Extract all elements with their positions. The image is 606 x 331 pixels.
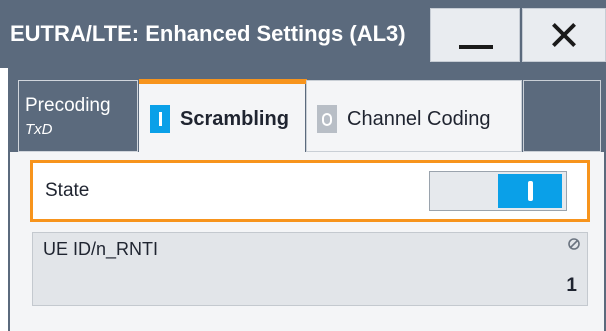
close-icon [552, 23, 576, 47]
readonly-icon [568, 238, 580, 250]
toggle-on-icon [498, 174, 562, 208]
state-label: State [45, 180, 90, 201]
tab-precoding[interactable]: Precoding TxD [18, 80, 138, 152]
title-bar: EUTRA/LTE: Enhanced Settings (AL3) [0, 0, 606, 68]
close-button[interactable] [522, 8, 606, 62]
state-row[interactable]: State [30, 160, 590, 222]
scrambling-panel: State UE ID/n_RNTI 1 [10, 152, 604, 331]
state-toggle[interactable] [429, 171, 567, 211]
state-off-icon [317, 105, 337, 133]
state-on-icon [150, 105, 170, 133]
minimize-button[interactable] [430, 8, 520, 62]
tab-placeholder [523, 80, 601, 152]
ue-id-field: UE ID/n_RNTI 1 [32, 232, 588, 306]
window-title: EUTRA/LTE: Enhanced Settings (AL3) [10, 21, 406, 46]
tab-scrambling[interactable]: Scrambling [139, 79, 307, 152]
tab-channel-coding[interactable]: Channel Coding [306, 80, 522, 152]
ue-id-value: 1 [566, 275, 577, 296]
active-tab-accent [139, 79, 307, 84]
ue-id-label: UE ID/n_RNTI [43, 239, 159, 259]
tab-scrambling-label: Scrambling [180, 108, 289, 130]
dialog-body: Precoding TxD Scrambling Channel Coding … [8, 68, 606, 331]
tab-precoding-sublabel: TxD [25, 121, 53, 138]
tab-precoding-label: Precoding [25, 95, 111, 116]
minimize-icon [459, 45, 493, 49]
tab-channel-coding-label: Channel Coding [347, 108, 491, 130]
